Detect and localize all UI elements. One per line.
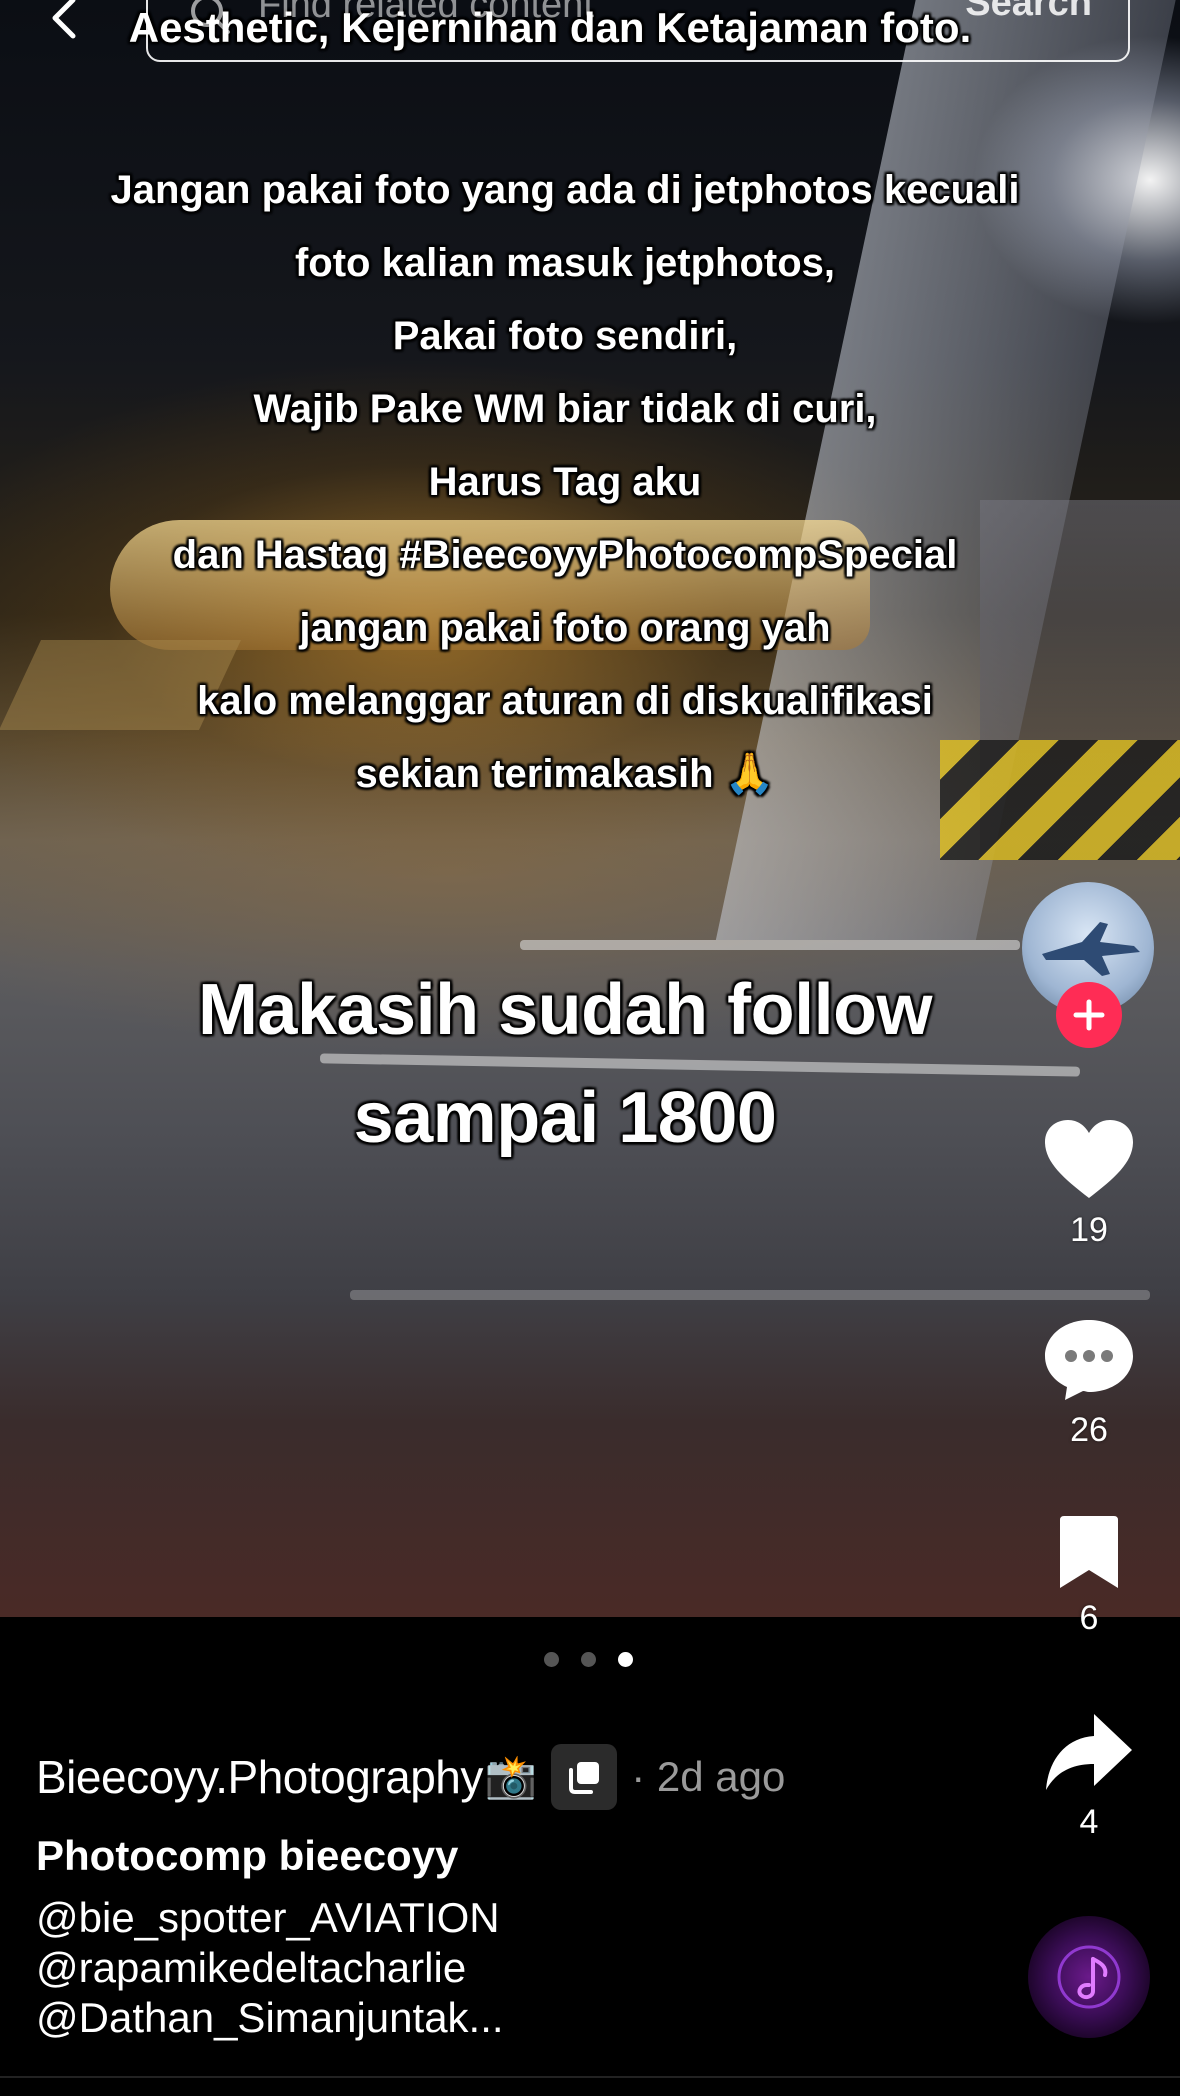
share-button[interactable]: 4 — [1030, 1712, 1148, 1842]
music-disc-button[interactable] — [1028, 1916, 1150, 2038]
bookmark-icon — [1060, 1516, 1118, 1588]
back-button[interactable] — [40, 0, 90, 40]
search-button[interactable]: Search — [965, 0, 1092, 25]
tarmac-line — [350, 1290, 1150, 1300]
rule-line: Pakai foto sendiri, — [392, 314, 738, 358]
rule-line: kalo melanggar aturan di diskualifikasi — [197, 679, 933, 723]
author-name[interactable]: Bieecoyy.Photography — [36, 1750, 483, 1804]
repost-icon — [569, 1762, 600, 1794]
save-button[interactable]: 6 — [1030, 1516, 1148, 1638]
rule-line: dan Hastag #BieecoyyPhotocompSpecial — [172, 533, 958, 577]
comment-count: 26 — [1070, 1411, 1108, 1449]
rule-line: Harus Tag aku — [428, 460, 702, 504]
bottom-divider — [0, 2076, 1180, 2078]
music-disc-icon — [1057, 1945, 1121, 2009]
rule-line: foto kalian masuk jetphotos, — [294, 241, 836, 285]
save-count: 6 — [1079, 1599, 1099, 1637]
share-count: 4 — [1079, 1803, 1099, 1841]
plus-icon — [1073, 999, 1105, 1031]
share-icon — [1046, 1714, 1132, 1790]
comment-button[interactable]: 26 — [1030, 1316, 1148, 1450]
author-emoji: 📸 — [484, 1752, 538, 1800]
post-time: · 2d ago — [631, 1753, 786, 1800]
rule-line: jangan pakai foto orang yah — [299, 606, 831, 650]
comment-icon — [1045, 1320, 1133, 1400]
heart-icon — [1045, 1120, 1133, 1198]
carousel-pager — [544, 1652, 633, 1667]
mention-link[interactable]: @rapamikedeltacharlie — [36, 1944, 466, 1992]
rule-line: Wajib Pake WM biar tidak di curi, — [253, 387, 877, 431]
search-bar[interactable]: Find related content Search — [146, 0, 1130, 62]
pager-dot[interactable] — [581, 1652, 596, 1667]
pager-dot-active[interactable] — [618, 1652, 633, 1667]
rule-line: sekian terimakasih 🙏 — [355, 752, 775, 796]
overlay-headline: Makasih sudah follow sampai 1800 — [0, 956, 1155, 1172]
mention-link[interactable]: @bie_spotter_AVIATION — [36, 1894, 500, 1942]
overlay-rules-text: Jangan pakai foto yang ada di jetphotos … — [0, 154, 1155, 811]
back-arrow-icon — [52, 0, 76, 39]
mention-link[interactable]: @Dathan_Simanjuntak... — [36, 1994, 504, 2042]
follow-button[interactable] — [1056, 982, 1122, 1048]
rule-line: Jangan pakai foto yang ada di jetphotos … — [110, 168, 1020, 212]
search-input[interactable]: Find related content — [258, 0, 594, 27]
headline-line: Makasih sudah follow — [197, 970, 933, 1050]
search-icon — [188, 0, 232, 36]
tarmac-line — [520, 940, 1020, 950]
author-row: Bieecoyy.Photography 📸 · 2d ago — [36, 1744, 785, 1810]
caption-title: Photocomp bieecoyy — [36, 1832, 459, 1879]
repost-badge[interactable] — [551, 1744, 618, 1810]
like-button[interactable]: 19 — [1030, 1118, 1148, 1250]
pager-dot[interactable] — [544, 1652, 559, 1667]
like-count: 19 — [1070, 1211, 1108, 1249]
post-photo[interactable]: Aesthetic, Kejernihan dan Ketajaman foto… — [0, 0, 1180, 1617]
headline-line: sampai 1800 — [353, 1078, 777, 1158]
